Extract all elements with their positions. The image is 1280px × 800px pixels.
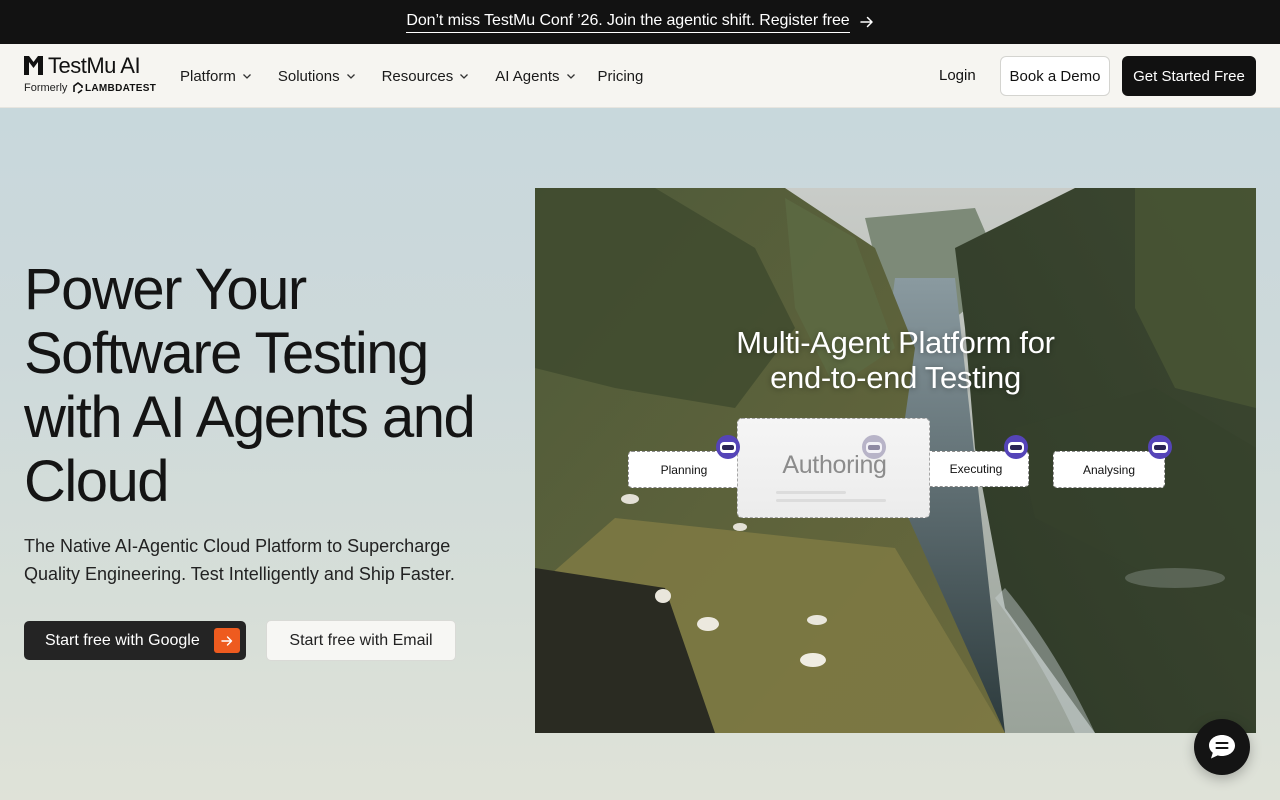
nav-item-ai-agents[interactable]: AI Agents xyxy=(495,68,575,85)
nav-item-pricing[interactable]: Pricing xyxy=(598,68,644,85)
book-demo-button[interactable]: Book a Demo xyxy=(1000,56,1110,96)
chevron-down-icon xyxy=(242,74,251,79)
site-header: TestMu AI Formerly LAMBDATEST Platform S… xyxy=(0,44,1280,108)
brand-name: TestMu AI xyxy=(48,53,141,78)
chevron-down-icon xyxy=(566,74,575,79)
hero-image: Multi-Agent Platform for end-to-end Test… xyxy=(535,188,1256,733)
chevron-down-icon xyxy=(460,74,469,79)
chat-button[interactable] xyxy=(1194,719,1250,775)
start-free-google-label: Start free with Google xyxy=(45,631,200,649)
nav-item-label: Pricing xyxy=(597,67,644,85)
nav-item-solutions[interactable]: Solutions xyxy=(278,68,356,85)
visual-title-line: end-to-end Testing xyxy=(770,360,1021,395)
visual-title: Multi-Agent Platform for end-to-end Test… xyxy=(535,325,1256,395)
nav-item-label: Platform xyxy=(180,67,236,85)
former-brand-name: LAMBDATEST xyxy=(85,83,157,94)
lambdatest-logo-icon xyxy=(73,82,83,94)
hero-subtitle: The Native AI-Agentic Cloud Platform to … xyxy=(24,536,455,584)
start-free-email-button[interactable]: Start free with Email xyxy=(266,620,456,661)
hero-title-line: Software Testing xyxy=(24,321,429,386)
nav-item-label: Resources xyxy=(381,67,454,85)
robot-agent-icon xyxy=(862,435,886,459)
hero-title-line: Cloud xyxy=(24,449,170,514)
hero-title-line: with AI Agents and xyxy=(24,385,476,450)
stage-authoring-label: Authoring xyxy=(782,451,887,479)
announcement-bar: Don’t miss TestMu Conf ’26. Join the age… xyxy=(0,0,1280,44)
robot-agent-icon xyxy=(1148,435,1172,459)
testmu-logo-icon xyxy=(24,56,43,75)
logo[interactable]: TestMu AI Formerly LAMBDATEST xyxy=(24,53,157,98)
visual-title-line: Multi-Agent Platform for xyxy=(736,325,1055,360)
nav-item-label: AI Agents xyxy=(495,67,560,85)
nav-item-resources[interactable]: Resources xyxy=(382,68,470,85)
placeholder-line xyxy=(776,491,846,494)
formerly-label: Formerly xyxy=(24,82,68,94)
arrow-right-icon xyxy=(214,628,240,653)
main-nav: Platform Solutions Resources AI Agents P… xyxy=(180,44,669,108)
start-free-google-button[interactable]: Start free with Google xyxy=(24,621,246,660)
login-link[interactable]: Login xyxy=(939,67,976,84)
hero-title: Power Your Software Testing with AI Agen… xyxy=(24,258,514,514)
robot-agent-icon xyxy=(1004,435,1028,459)
robot-agent-icon xyxy=(716,435,740,459)
arrow-right-icon[interactable] xyxy=(859,15,874,29)
chat-bubble-icon xyxy=(1209,735,1235,759)
hero-title-line: Power Your xyxy=(24,257,307,322)
nav-item-label: Solutions xyxy=(277,67,340,85)
chevron-down-icon xyxy=(346,74,355,79)
stage-authoring: Authoring xyxy=(737,418,930,518)
get-started-button[interactable]: Get Started Free xyxy=(1122,56,1256,96)
placeholder-line xyxy=(776,499,886,502)
nav-item-platform[interactable]: Platform xyxy=(180,68,252,85)
announcement-link[interactable]: Don’t miss TestMu Conf ’26. Join the age… xyxy=(406,12,850,33)
